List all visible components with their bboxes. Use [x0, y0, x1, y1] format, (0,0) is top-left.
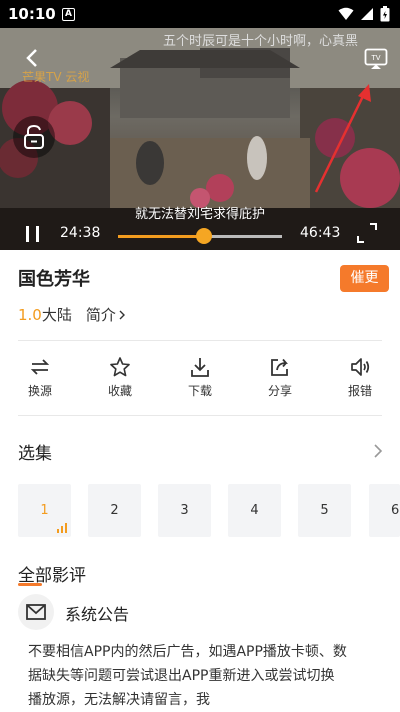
episode-number: 1 [40, 503, 49, 518]
progress-slider[interactable] [118, 228, 282, 244]
switch-source-label: 换源 [27, 384, 52, 398]
pause-icon[interactable] [23, 222, 43, 246]
episode-number: 2 [110, 503, 119, 518]
share-icon [271, 358, 288, 376]
urge-update-button[interactable]: 催更 [340, 265, 389, 292]
tv-cast-icon[interactable]: TV [364, 48, 388, 70]
report-error-label: 报错 [347, 384, 372, 398]
signal-icon [361, 8, 373, 20]
episode-number: 4 [250, 503, 259, 518]
divider [18, 340, 382, 341]
episode-item[interactable]: 6 [369, 484, 400, 537]
episode-item[interactable]: 3 [158, 484, 211, 537]
region-label: 大陆 [41, 306, 72, 324]
notice-avatar [18, 594, 54, 630]
divider [18, 415, 382, 416]
favorite-label: 收藏 [107, 384, 132, 398]
share-label: 分享 [267, 384, 292, 398]
notification-badge: A [62, 8, 75, 21]
download-icon [191, 358, 209, 377]
back-arrow-icon[interactable] [24, 48, 40, 68]
reviews-title-underline [18, 583, 42, 586]
wifi-icon [338, 7, 354, 20]
report-error-button[interactable]: 报错 [330, 356, 390, 399]
system-icons [338, 6, 390, 22]
episode-item[interactable]: 1 [18, 484, 71, 537]
svg-text:TV: TV [370, 54, 380, 62]
status-bar: 10:10 A [0, 0, 400, 28]
rating-score: 1.0 [18, 305, 42, 324]
download-label: 下载 [187, 384, 212, 398]
notice-body: 不要相信APP内的然后广告，如遇APP播放卡顿、数据缺失等问题可尝试退出APP重… [28, 644, 347, 708]
playing-bars-icon [57, 523, 67, 533]
star-icon [110, 357, 130, 377]
episode-item[interactable]: 2 [88, 484, 141, 537]
player-controls: 24:38 46:43 [0, 220, 400, 250]
intro-link[interactable]: 简介 [86, 304, 126, 325]
status-time: 10:10 [8, 5, 56, 23]
favorite-button[interactable]: 收藏 [90, 356, 150, 399]
channel-watermark: 芒果TV 云视 [22, 70, 90, 84]
switch-source-button[interactable]: 换源 [10, 356, 70, 399]
drama-title: 国色芳华 [18, 269, 90, 290]
action-bar: 换源 收藏 下载 分享 报错 [0, 356, 400, 406]
battery-icon [380, 6, 390, 22]
intro-label: 简介 [85, 306, 116, 324]
download-button[interactable]: 下载 [170, 356, 230, 399]
lock-button[interactable] [13, 116, 55, 158]
episode-number: 6 [391, 503, 400, 518]
lock-icon [24, 124, 44, 149]
progress-fill [118, 235, 205, 238]
episode-item[interactable]: 5 [298, 484, 351, 537]
episodes-title: 选集 [18, 444, 52, 464]
chevron-right-icon[interactable] [373, 443, 383, 459]
current-time: 24:38 [60, 225, 101, 241]
total-time: 46:43 [300, 225, 341, 241]
chevron-right-icon [119, 310, 125, 319]
speaker-icon [351, 358, 370, 376]
progress-knob[interactable] [196, 228, 213, 244]
fullscreen-icon[interactable] [356, 222, 378, 244]
episode-item[interactable]: 4 [228, 484, 281, 537]
share-button[interactable]: 分享 [250, 356, 310, 399]
drama-meta: 1.0 大陆 简介 [18, 304, 126, 325]
video-player[interactable]: 五个时辰可是十个小时啊，心真黑 芒果TV 云视 TV 就无法替刘宅求得庇护 24… [0, 28, 400, 250]
switch-source-icon [30, 359, 50, 375]
danmaku-comment: 五个时辰可是十个小时啊，心真黑 [163, 34, 359, 49]
episode-number: 3 [180, 503, 189, 518]
episode-number: 5 [320, 503, 329, 518]
mail-icon [26, 604, 46, 620]
notice-title: 系统公告 [65, 605, 130, 624]
